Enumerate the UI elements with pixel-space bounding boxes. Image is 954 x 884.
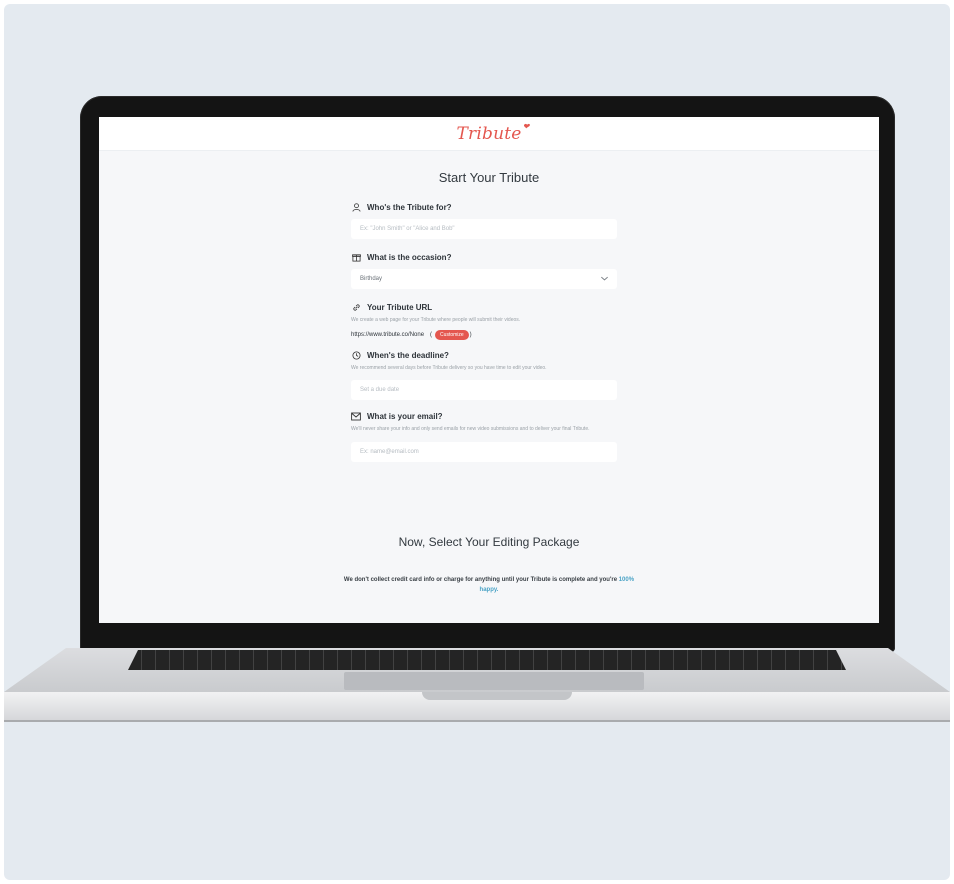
paren-close: ) [469, 332, 472, 338]
link-icon [351, 302, 361, 312]
url-label: Your Tribute URL [367, 302, 433, 312]
paren-open: ( [430, 332, 433, 338]
url-value: https://www.tribute.co/None [351, 332, 425, 338]
person-icon [351, 202, 361, 212]
email-input[interactable]: Ex: name@email.com [351, 442, 617, 462]
url-hint: We create a web page for your Tribute wh… [351, 317, 521, 323]
tribute-logo[interactable]: Tribute ❤ [456, 122, 529, 144]
occasion-label-row: What is the occasion? [351, 251, 617, 263]
package-note-text: We don't collect credit card info or cha… [343, 577, 618, 583]
occasion-label: What is the occasion? [367, 252, 452, 262]
chevron-down-icon [600, 274, 609, 285]
occasion-select[interactable]: Birthday [351, 269, 617, 289]
form-title: Start Your Tribute [438, 170, 540, 185]
recipient-input[interactable]: Ex: "John Smith" or "Alice and Bob" [351, 219, 617, 239]
recipient-label-row: Who's the Tribute for? [351, 201, 617, 213]
deadline-placeholder: Set a due date [360, 387, 400, 393]
deadline-label: When's the deadline? [367, 350, 449, 360]
clock-icon [351, 350, 361, 360]
gift-icon [351, 252, 361, 262]
laptop-base [4, 648, 950, 722]
laptop-notch [422, 692, 572, 700]
occasion-value: Birthday [360, 276, 383, 282]
heart-icon: ❤ [522, 121, 530, 131]
app-header: Tribute ❤ [99, 117, 879, 151]
tribute-form: Who's the Tribute for? Ex: "John Smith" … [351, 201, 617, 462]
email-placeholder: Ex: name@email.com [360, 449, 419, 455]
url-label-row: Your Tribute URL [351, 301, 617, 313]
email-hint: We'll never share your info and only sen… [351, 426, 590, 432]
envelope-icon [351, 411, 361, 421]
logo-text: Tribute [456, 123, 522, 144]
keyboard [128, 650, 846, 670]
background-frame: Tribute ❤ Start Your Tribute Who's the T… [4, 4, 950, 880]
deadline-hint: We recommend several days before Tribute… [351, 365, 547, 371]
recipient-placeholder: Ex: "John Smith" or "Alice and Bob" [360, 226, 455, 232]
email-label: What is your email? [367, 411, 443, 421]
deadline-label-row: When's the deadline? [351, 349, 617, 361]
deadline-input[interactable]: Set a due date [351, 380, 617, 400]
recipient-label: Who's the Tribute for? [367, 202, 452, 212]
package-title: Now, Select Your Editing Package [398, 535, 580, 549]
url-line: https://www.tribute.co/None ( Customize … [351, 330, 617, 340]
customize-button[interactable]: Customize [435, 330, 469, 340]
trackpad [344, 672, 644, 690]
package-note: We don't collect credit card info or cha… [339, 575, 639, 595]
laptop-screen: Tribute ❤ Start Your Tribute Who's the T… [99, 117, 879, 623]
email-label-row: What is your email? [351, 410, 617, 422]
